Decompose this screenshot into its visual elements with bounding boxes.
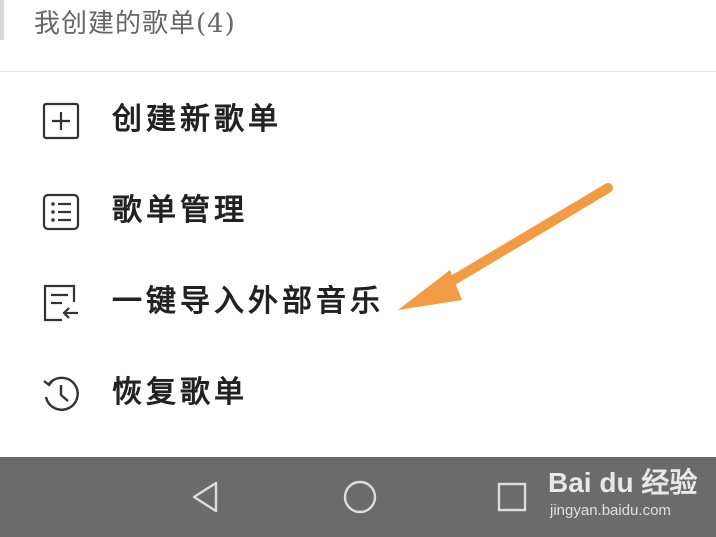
watermark-logo: Bai du 经验 xyxy=(548,467,698,498)
bottom-sheet-menu: 我创建的歌单(4) 创建新歌单 歌单管理 一键导入外部音乐 恢复歌单 xyxy=(0,0,716,457)
recents-icon[interactable] xyxy=(490,475,534,519)
home-icon[interactable] xyxy=(338,475,382,519)
annotation-arrow-icon xyxy=(398,183,613,310)
back-icon[interactable] xyxy=(184,475,228,519)
watermark-url: jingyan.baidu.com xyxy=(550,502,671,519)
import-icon xyxy=(43,284,78,322)
baidu-jingyan-watermark: Bai du 经验 jingyan.baidu.com xyxy=(548,466,708,526)
menu-item-label: 创建新歌单 xyxy=(112,102,282,137)
menu-item-label: 一键导入外部音乐 xyxy=(112,284,384,319)
history-icon xyxy=(43,376,79,411)
menu-item-label: 恢复歌单 xyxy=(112,375,248,410)
header-title: 我创建的歌单(4) xyxy=(34,9,236,39)
menu-item-create-playlist[interactable]: 创建新歌单 xyxy=(0,76,716,166)
add-square-icon xyxy=(42,102,80,140)
list-icon xyxy=(42,193,80,231)
menu-item-restore-playlist[interactable]: 恢复歌单 xyxy=(0,349,716,439)
sheet-header: 我创建的歌单(4) xyxy=(0,0,716,72)
menu-item-label: 歌单管理 xyxy=(112,193,248,228)
